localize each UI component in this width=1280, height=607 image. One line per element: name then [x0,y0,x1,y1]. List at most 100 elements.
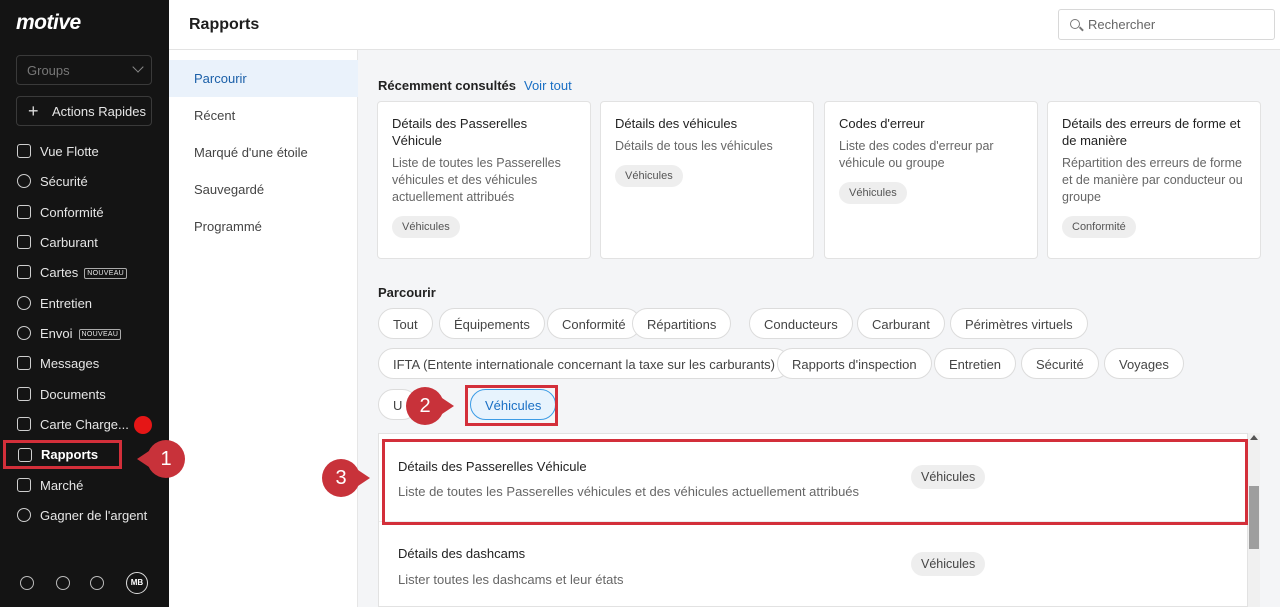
callout-3: 3 [322,459,370,497]
view-all-link[interactable]: Voir tout [524,78,572,93]
category-tag: Véhicules [911,552,986,576]
new-badge: NOUVEAU [84,268,128,279]
subnav-item-recent[interactable]: Récent [169,97,358,134]
result-title: Détails des dashcams [398,546,526,561]
plus-icon: + [28,101,39,121]
card-description: Détails de tous les véhicules [615,139,773,153]
new-badge: NOUVEAU [78,329,122,340]
callout-1: 1 [137,440,185,478]
filter-chip[interactable]: Équipements [439,308,545,339]
filter-chip[interactable]: Périmètres virtuels [950,308,1088,339]
sidebar: motive Groups + Actions Rapides Vue Flot… [0,0,169,607]
bell-icon[interactable] [90,576,104,590]
wrench-icon [17,296,31,310]
recent-card[interactable]: Détails des véhicules Détails de tous le… [600,101,814,259]
sidebar-item-conformite[interactable]: Conformité [0,198,169,226]
filter-chip[interactable]: IFTA (Entente internationale concernant … [378,348,791,379]
card-title: Détails des véhicules [615,116,738,131]
recent-section-title: Récemment consultés [378,78,516,93]
shield-icon [17,174,31,188]
sidebar-item-messages[interactable]: Messages [0,349,169,377]
groups-select[interactable]: Groups [16,55,152,85]
filter-chip[interactable]: Répartitions [632,308,732,339]
scroll-thumb[interactable] [1249,486,1259,549]
sidebar-item-label: Carte Charge... [40,417,129,432]
card-title: Codes d'erreur [839,116,925,131]
list-item[interactable]: Détails des dashcams Lister toutes les d… [379,522,1247,607]
sidebar-item-marche[interactable]: Marché [0,471,169,499]
sidebar-item-documents[interactable]: Documents [0,380,169,408]
chevron-down-icon [132,61,144,73]
sidebar-item-rapports[interactable]: Rapports [3,440,122,469]
document-icon [17,387,31,401]
sidebar-item-label: Messages [40,356,100,371]
layers-icon [17,478,31,492]
filter-chip[interactable]: Conformité [547,308,641,339]
help-icon[interactable] [56,576,70,590]
reports-subnav: Parcourir Récent Marqué d'une étoile Sau… [169,50,358,607]
sidebar-item-label: Gagner de l'argent [40,508,148,523]
sidebar-item-cartes[interactable]: Cartes NOUVEAU [0,258,169,286]
sidebar-item-label: Rapports [41,447,99,462]
callout-2: 2 [406,387,454,425]
search-icon [1070,19,1080,29]
filter-chip[interactable]: Voyages [1104,348,1184,379]
card-description: Liste de toutes les Passerelles véhicule… [392,156,561,204]
notification-dot [134,416,152,434]
sidebar-item-entretien[interactable]: Entretien [0,289,169,317]
location-pin-icon [17,326,31,340]
subnav-item-starred[interactable]: Marqué d'une étoile [169,134,358,171]
sidebar-item-label: Envoi [40,326,73,341]
sidebar-item-carburant[interactable]: Carburant [0,228,169,256]
sidebar-item-label: Entretien [40,296,93,311]
sidebar-item-gagner-argent[interactable]: Gagner de l'argent [0,501,169,529]
filter-chip[interactable]: Carburant [857,308,945,339]
separator: · [511,78,516,93]
clipboard-icon [17,205,31,219]
filter-chip[interactable]: Sécurité [1021,348,1099,379]
filter-chip[interactable]: Rapports d'inspection [777,348,932,379]
sidebar-item-label: Cartes [40,265,79,280]
scroll-up-icon[interactable] [1250,435,1258,440]
map-icon [17,144,31,158]
sidebar-item-label: Marché [40,478,84,493]
sidebar-item-label: Vue Flotte [40,144,99,159]
sidebar-item-envoi[interactable]: Envoi NOUVEAU [0,319,169,347]
filter-chip[interactable]: Tout [378,308,433,339]
search-box[interactable] [1058,9,1275,40]
scrollbar[interactable] [1248,433,1260,607]
header: Rapports [169,0,1280,50]
motive-logo[interactable]: motive [16,11,81,35]
category-tag: Véhicules [392,216,460,238]
search-input[interactable] [1088,17,1268,32]
main-content: Récemment consultés · Voir tout Détails … [358,50,1280,607]
dollar-icon [17,508,31,522]
card-icon [17,265,31,279]
sidebar-item-securite[interactable]: Sécurité [0,167,169,195]
category-tag: Conformité [1062,216,1136,238]
browse-section-title: Parcourir [378,285,436,300]
sidebar-item-label: Documents [40,387,106,402]
category-tag: Véhicules [839,182,907,204]
settings-icon[interactable] [20,576,34,590]
sidebar-item-label: Conformité [40,205,104,220]
card-description: Répartition des erreurs de forme et de m… [1062,156,1243,204]
card-description: Liste des codes d'erreur par véhicule ou… [839,139,994,170]
page-title: Rapports [189,16,260,33]
recent-card[interactable]: Détails des erreurs de forme et de maniè… [1047,101,1261,259]
avatar[interactable]: MB [126,572,148,594]
sidebar-item-label: Sécurité [40,174,88,189]
sidebar-footer: MB [0,568,169,600]
recent-card[interactable]: Codes d'erreur Liste des codes d'erreur … [824,101,1038,259]
subnav-item-saved[interactable]: Sauvegardé [169,171,358,208]
quick-actions-label: Actions Rapides [52,104,146,119]
quick-actions-button[interactable]: + Actions Rapides [16,96,152,126]
card-title: Détails des Passerelles Véhicule [392,116,528,148]
filter-chip[interactable]: Conducteurs [749,308,853,339]
highlight-box-row [382,439,1248,525]
filter-chip[interactable]: Entretien [934,348,1017,379]
subnav-item-scheduled[interactable]: Programmé [169,208,358,245]
sidebar-item-vue-flotte[interactable]: Vue Flotte [0,137,169,165]
subnav-item-parcourir[interactable]: Parcourir [169,60,358,97]
recent-card[interactable]: Détails des Passerelles Véhicule Liste d… [377,101,591,259]
